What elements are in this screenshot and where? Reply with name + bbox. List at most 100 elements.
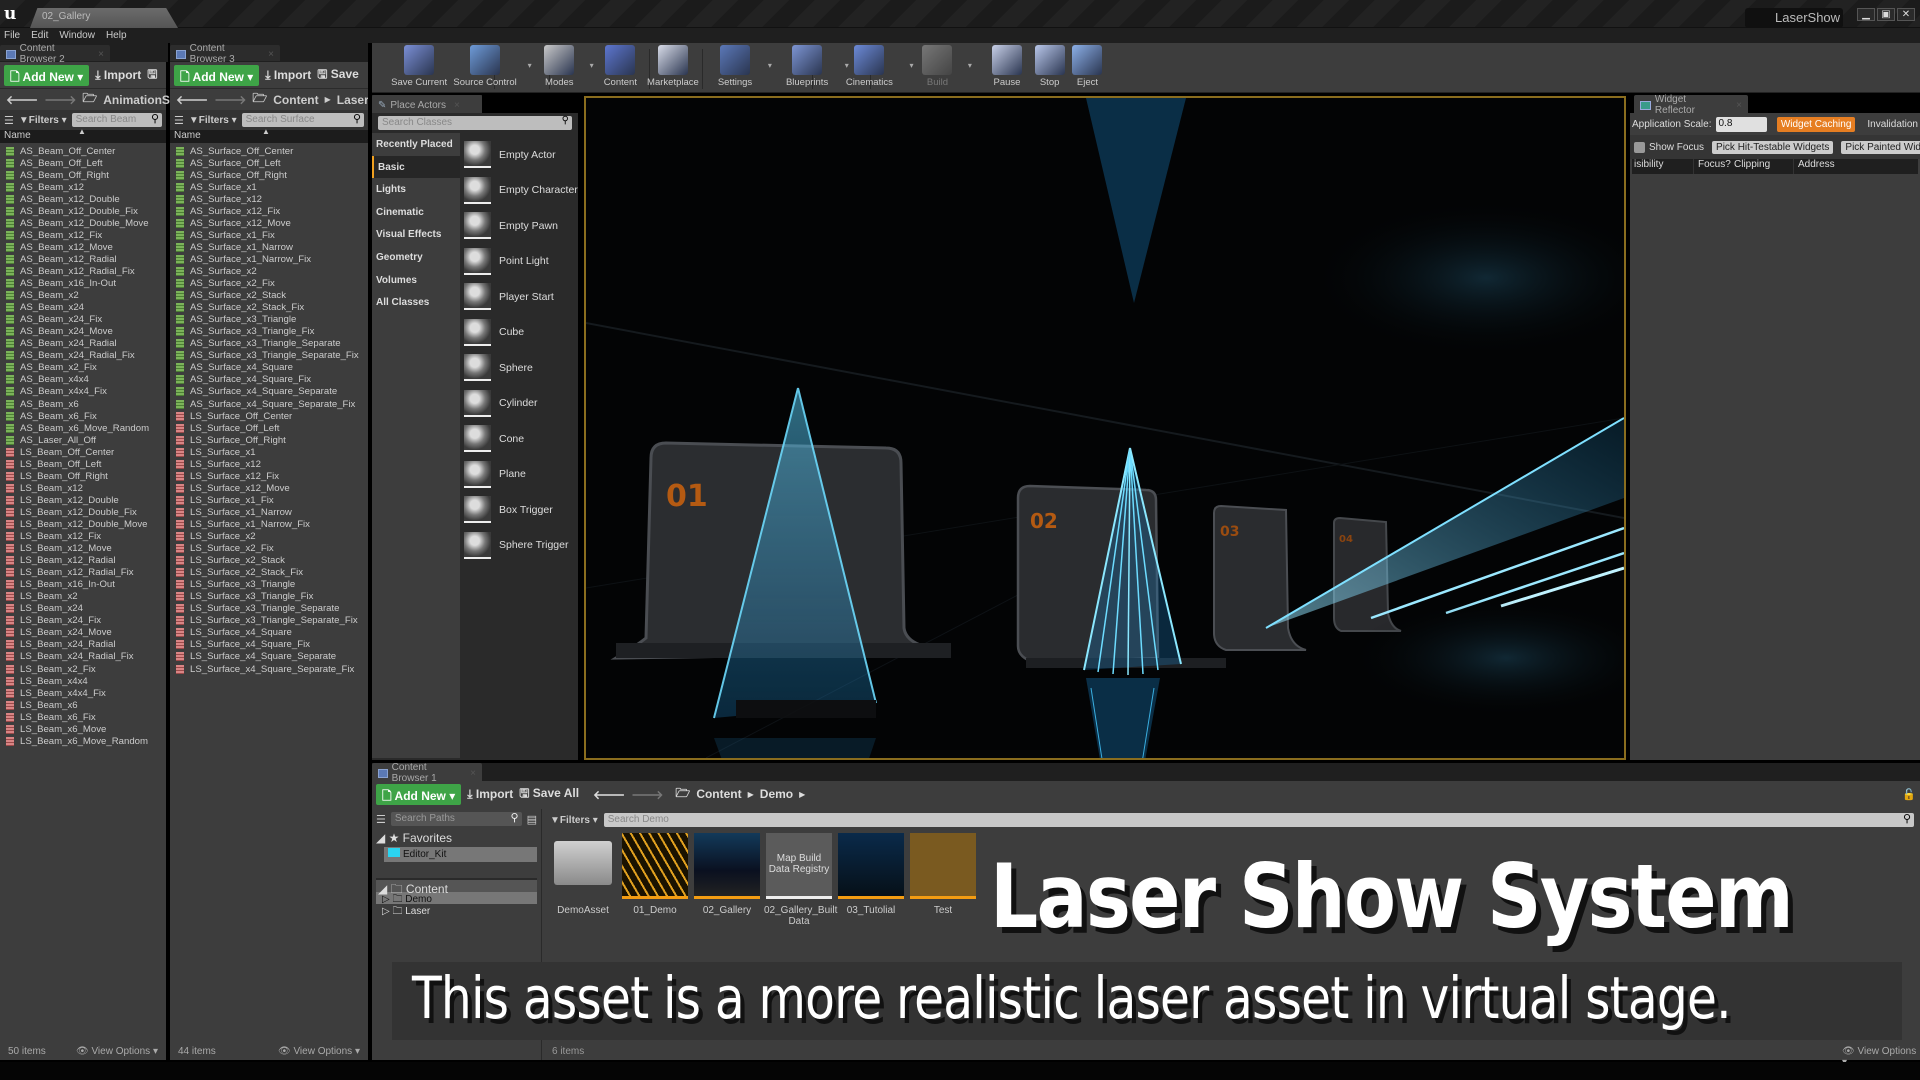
forward-arrow-icon[interactable]: 🡒 <box>631 787 663 802</box>
toolbar-settings-button[interactable]: Settings ▾ <box>708 45 772 88</box>
close-tab-icon[interactable]: × <box>98 49 104 60</box>
menu-edit[interactable]: Edit <box>27 28 55 43</box>
import-button[interactable]: ⤓ Import <box>95 68 141 83</box>
save-all-button[interactable]: 🖫 Save All <box>519 784 579 805</box>
toolbar-build-button[interactable]: Build ▾ <box>913 45 972 88</box>
asset-list-item[interactable]: AS_Surface_x4_Square_Separate <box>170 386 368 398</box>
asset-list-item[interactable]: AS_Surface_x3_Triangle_Separate_Fix <box>170 350 368 362</box>
close-tab-icon[interactable]: × <box>1736 100 1742 111</box>
asset-list-item[interactable]: LS_Beam_x2_Fix <box>0 663 166 675</box>
asset-tile[interactable]: 02_Gallery <box>692 833 762 927</box>
close-button[interactable]: ✕ <box>1897 8 1915 21</box>
category-cinematic[interactable]: Cinematic <box>372 200 460 224</box>
asset-list-item[interactable]: LS_Beam_x16_In-Out <box>0 579 166 591</box>
filters-button[interactable]: ▼Filters ▾ <box>550 815 598 826</box>
widget-caching-button[interactable]: Widget Caching <box>1776 116 1856 132</box>
actor-cylinder[interactable]: Cylinder <box>460 386 578 422</box>
asset-list-item[interactable]: LS_Beam_x12_Double_Move <box>0 518 166 530</box>
asset-list-item[interactable]: LS_Surface_Off_Right <box>170 434 368 446</box>
toolbar-pause-button[interactable]: Pause <box>986 45 1027 88</box>
asset-list-item[interactable]: LS_Surface_x2_Stack_Fix <box>170 567 368 579</box>
asset-list-item[interactable]: AS_Beam_x24_Fix <box>0 314 166 326</box>
tree-item-demo[interactable]: ▷ 🗀 Demo <box>376 892 537 905</box>
asset-list-item[interactable]: LS_Beam_Off_Right <box>0 470 166 482</box>
asset-list-item[interactable]: LS_Surface_x1 <box>170 446 368 458</box>
options-icon[interactable]: ▤ <box>527 813 537 826</box>
asset-list-item[interactable]: AS_Beam_x24_Move <box>0 326 166 338</box>
dropdown-arrow-icon[interactable]: ▾ <box>768 61 772 70</box>
asset-list-item[interactable]: AS_Surface_x3_Triangle_Fix <box>170 326 368 338</box>
asset-list-item[interactable]: LS_Surface_x12 <box>170 458 368 470</box>
asset-list-item[interactable]: AS_Beam_x4x4_Fix <box>0 386 166 398</box>
category-geometry[interactable]: Geometry <box>372 245 460 269</box>
asset-list-item[interactable]: AS_Beam_x24_Radial <box>0 338 166 350</box>
actor-sphere-trigger[interactable]: Sphere Trigger <box>460 528 578 564</box>
asset-list-item[interactable]: AS_Surface_x1_Fix <box>170 229 368 241</box>
import-button[interactable]: ⤓ Import <box>265 68 311 83</box>
asset-list-item[interactable]: LS_Beam_x6_Move <box>0 723 166 735</box>
asset-list-item[interactable]: AS_Surface_x1_Narrow <box>170 241 368 253</box>
asset-list-item[interactable]: LS_Beam_Off_Center <box>0 446 166 458</box>
asset-list-item[interactable]: AS_Surface_x12_Move <box>170 217 368 229</box>
asset-list-item[interactable]: AS_Beam_x24 <box>0 302 166 314</box>
restore-button[interactable]: ▣ <box>1877 8 1895 21</box>
asset-list-item[interactable]: AS_Beam_x12_Radial_Fix <box>0 265 166 277</box>
asset-tile[interactable]: Test <box>908 833 978 927</box>
asset-list-item[interactable]: LS_Surface_x3_Triangle <box>170 579 368 591</box>
asset-list-item[interactable]: LS_Beam_x6_Move_Random <box>0 735 166 747</box>
category-basic[interactable]: Basic <box>372 155 460 179</box>
asset-list-item[interactable]: AS_Surface_Off_Left <box>170 157 368 169</box>
column-visibility[interactable]: isibility <box>1632 159 1694 174</box>
asset-list-item[interactable]: LS_Beam_x12_Fix <box>0 531 166 543</box>
close-tab-icon[interactable]: × <box>268 49 274 60</box>
breadcrumb-laser[interactable]: Laser <box>337 93 368 107</box>
breadcrumb-arrow-icon[interactable]: ▶ <box>325 95 331 104</box>
asset-list-item[interactable]: LS_Beam_x12_Radial_Fix <box>0 567 166 579</box>
asset-list-item[interactable]: AS_Beam_x12_Double_Move <box>0 217 166 229</box>
actor-empty-actor[interactable]: Empty Actor <box>460 137 578 173</box>
document-tab[interactable]: 02_Gallery <box>30 8 178 28</box>
tree-item-laser[interactable]: ▷ 🗀 Laser <box>376 904 537 917</box>
asset-list-item[interactable]: LS_Surface_x4_Square_Separate <box>170 651 368 663</box>
asset-list-item[interactable]: LS_Surface_x3_Triangle_Fix <box>170 591 368 603</box>
breadcrumb-arrow-icon[interactable]: ▶ <box>748 790 754 799</box>
search-classes-input[interactable]: Search Classes ⚲ <box>378 115 572 130</box>
asset-list-item[interactable]: LS_Beam_x24_Radial_Fix <box>0 651 166 663</box>
asset-list-item[interactable]: LS_Beam_Off_Left <box>0 458 166 470</box>
asset-list-item[interactable]: LS_Surface_x1_Narrow_Fix <box>170 518 368 530</box>
asset-list-item[interactable]: LS_Beam_x12_Double_Fix <box>0 506 166 518</box>
toolbar-marketplace-button[interactable]: Marketplace <box>638 45 709 88</box>
filters-button[interactable]: ▼Filters ▾ <box>19 115 67 126</box>
column-header-name[interactable]: Name ▲ <box>0 127 166 143</box>
asset-list-item[interactable]: LS_Surface_x2 <box>170 531 368 543</box>
tab-content-browser-3[interactable]: Content Browser 3 × <box>170 43 280 65</box>
asset-list-item[interactable]: AS_Beam_x16_In-Out <box>0 278 166 290</box>
tree-root-content[interactable]: ◢ 🗀 Content <box>376 878 537 896</box>
asset-tile[interactable]: 01_Demo <box>620 833 690 927</box>
search-input[interactable]: Search Surface ⚲ <box>241 113 364 127</box>
toolbar-save-current-button[interactable]: Save Current <box>386 45 452 88</box>
asset-list-item[interactable]: LS_Surface_x3_Triangle_Separate_Fix <box>170 615 368 627</box>
asset-list-item[interactable]: AS_Surface_Off_Right <box>170 169 368 181</box>
add-new-button[interactable]: 🗋 Add New ▾ <box>174 64 260 86</box>
asset-list-item[interactable]: AS_Beam_x6_Fix <box>0 410 166 422</box>
asset-list-item[interactable]: AS_Beam_x24_Radial_Fix <box>0 350 166 362</box>
asset-list-item[interactable]: LS_Surface_x2_Fix <box>170 543 368 555</box>
breadcrumb-arrow-icon[interactable]: ▶ <box>799 790 805 799</box>
show-focus-checkbox[interactable]: Show Focus <box>1634 141 1704 153</box>
asset-tile[interactable]: DemoAsset <box>548 833 618 927</box>
asset-list-item[interactable]: AS_Surface_Off_Center <box>170 145 368 157</box>
asset-list-item[interactable]: AS_Beam_x2_Fix <box>0 362 166 374</box>
asset-list-item[interactable]: AS_Surface_x2_Stack_Fix <box>170 302 368 314</box>
asset-list-item[interactable]: AS_Surface_x12_Fix <box>170 205 368 217</box>
actor-empty-character[interactable]: Empty Character <box>460 173 578 209</box>
toolbar-modes-button[interactable]: Modes ▾ <box>535 45 594 88</box>
back-arrow-icon[interactable]: 🡐 <box>176 92 208 107</box>
asset-list-item[interactable]: AS_Surface_x12 <box>170 193 368 205</box>
category-visual-effects[interactable]: Visual Effects <box>372 223 460 246</box>
asset-list-item[interactable]: AS_Beam_x2 <box>0 290 166 302</box>
sources-toggle-icon[interactable]: ☰ <box>4 114 14 127</box>
close-tab-icon[interactable]: × <box>470 768 476 779</box>
invalidation-button[interactable]: Invalidation <box>1867 119 1918 130</box>
actor-empty-pawn[interactable]: Empty Pawn <box>460 208 578 244</box>
